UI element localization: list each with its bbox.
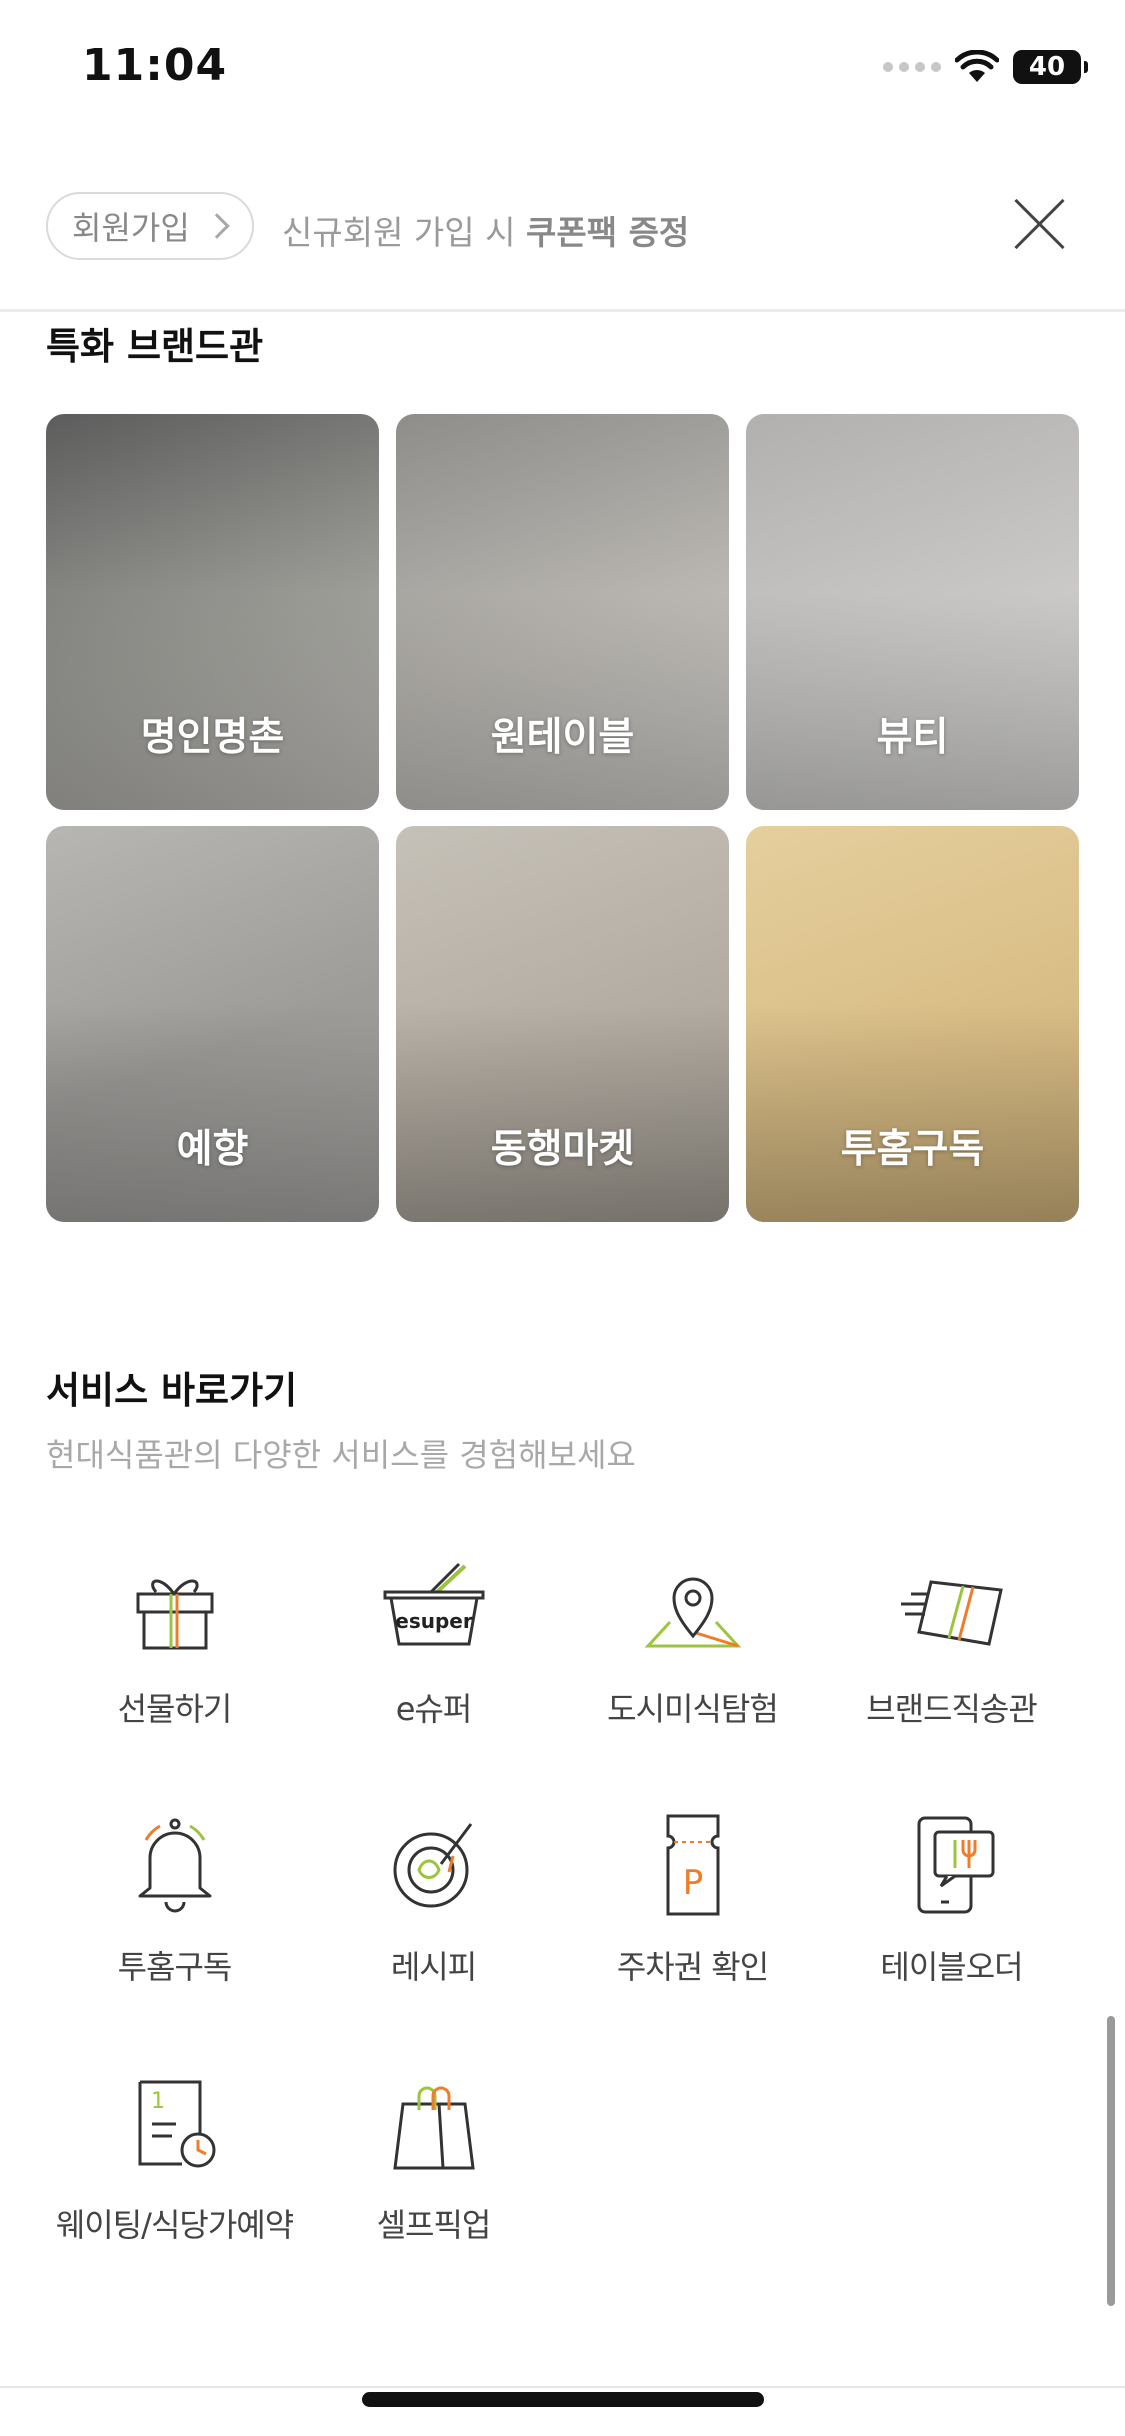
bell-icon [138, 1818, 211, 1913]
services-subtitle: 현대식품관의 다양한 서비스를 경험해보세요 [46, 1436, 636, 1474]
service-label: 브랜드직송관 [866, 1690, 1038, 1728]
esuper-basket-icon: esuper [383, 1562, 484, 1646]
service-label: 웨이팅/식당가예약 [55, 2206, 294, 2244]
map-pin-icon [644, 1577, 741, 1648]
scrollbar[interactable] [1107, 2016, 1115, 2306]
brand-card-tohome-subscription[interactable]: 투홈구독 [746, 826, 1079, 1222]
service-label: e슈퍼 [395, 1690, 473, 1728]
battery-icon: 40 [1013, 50, 1088, 84]
brand-card-yehyang[interactable]: 예향 [46, 826, 379, 1222]
brand-section-title: 특화 브랜드관 [46, 325, 264, 368]
brand-label: 예향 [176, 1127, 249, 1172]
service-brand-delivery[interactable]: 브랜드직송관 [822, 1548, 1081, 1806]
service-self-pickup[interactable]: 셀프픽업 [304, 2064, 563, 2322]
parking-p-text: P [682, 1863, 703, 1903]
brand-label: 원테이블 [490, 715, 635, 760]
service-label: 투홈구독 [117, 1948, 233, 1986]
wifi-icon [955, 50, 999, 82]
close-icon[interactable] [1011, 196, 1067, 252]
brand-card-beauty[interactable]: 뷰티 [746, 414, 1079, 810]
delivery-box-icon [900, 1580, 1003, 1646]
brand-card-myeonginmyeongchon[interactable]: 명인명촌 [46, 414, 379, 810]
promo-text-highlight: 쿠폰팩 증정 [526, 213, 690, 252]
waiting-number-text: 1 [151, 2089, 165, 2114]
parking-ticket-icon: P [666, 1814, 719, 1916]
service-city-gourmet[interactable]: 도시미식탐험 [563, 1548, 822, 1806]
service-tohome-subscription[interactable]: 투홈구독 [45, 1806, 304, 2064]
brand-label: 명인명촌 [140, 715, 285, 760]
signup-promo-text: 신규회원 가입 시 쿠폰팩 증정 [282, 206, 689, 254]
service-esuper[interactable]: esuper e슈퍼 [304, 1548, 563, 1806]
promo-text-prefix: 신규회원 가입 시 [282, 213, 526, 252]
bottom-divider [0, 2386, 1125, 2388]
status-indicators: 40 [883, 50, 1088, 84]
recipe-bowl-icon [393, 1823, 472, 1908]
signup-button[interactable]: 회원가입 [46, 192, 254, 260]
waiting-reservation-icon: 1 [138, 2080, 215, 2168]
brand-card-donghaeng-market[interactable]: 동행마켓 [396, 826, 729, 1222]
status-time: 11:04 [82, 40, 228, 91]
service-label: 셀프픽업 [376, 2206, 492, 2244]
service-label: 선물하기 [117, 1690, 233, 1728]
brand-label: 동행마켓 [490, 1127, 635, 1172]
service-table-order[interactable]: 테이블오더 [822, 1806, 1081, 2064]
service-waiting-reservation[interactable]: 1 웨이팅/식당가예약 [45, 2064, 304, 2322]
service-label: 주차권 확인 [616, 1948, 769, 1986]
status-bar: 11:04 40 [0, 0, 1125, 140]
esuper-logo-text: esuper [395, 1609, 473, 1633]
service-label: 테이블오더 [880, 1948, 1023, 1986]
service-recipe[interactable]: 레시피 [304, 1806, 563, 2064]
gift-icon [136, 1579, 213, 1650]
services-grid: 선물하기 esuper e슈퍼 도시미식탐험 브랜드직송관 투홈구독 레시피 P… [45, 1548, 1081, 2322]
service-label: 레시피 [390, 1948, 477, 1986]
signup-banner: 회원가입 신규회원 가입 시 쿠폰팩 증정 [0, 172, 1125, 312]
brand-grid: 명인명촌 원테이블 뷰티 예향 동행마켓 투홈구독 [46, 414, 1080, 1222]
table-order-icon [917, 1816, 994, 1914]
home-indicator[interactable] [362, 2392, 764, 2407]
service-gift[interactable]: 선물하기 [45, 1548, 304, 1806]
shopping-bag-icon [392, 2086, 475, 2170]
signup-button-label: 회원가입 [72, 209, 190, 247]
cellular-signal-icon [883, 62, 941, 72]
brand-card-onetable[interactable]: 원테이블 [396, 414, 729, 810]
services-section-title: 서비스 바로가기 [46, 1369, 298, 1412]
brand-label: 투홈구독 [840, 1127, 985, 1172]
brand-label: 뷰티 [876, 715, 949, 760]
service-label: 도시미식탐험 [607, 1690, 779, 1728]
service-parking-ticket[interactable]: P 주차권 확인 [563, 1806, 822, 2064]
chevron-right-icon [204, 213, 230, 239]
